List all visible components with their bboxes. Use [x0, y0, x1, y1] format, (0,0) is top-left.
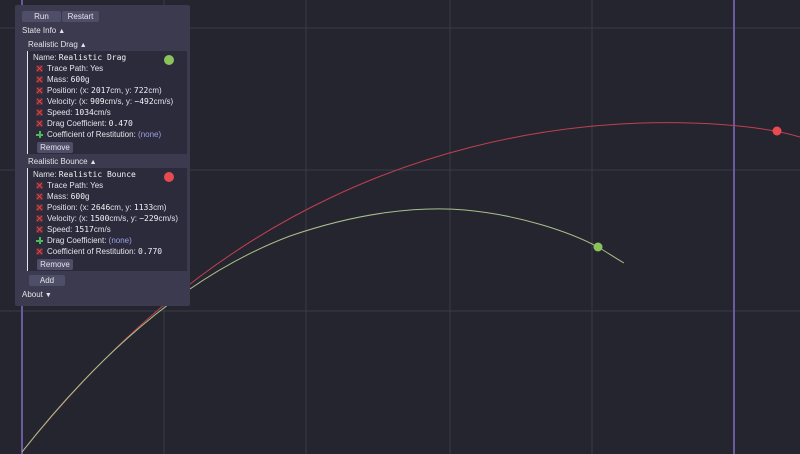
name-row: Name: Realistic Bounce	[33, 170, 136, 179]
control-panel: Run Restart State Info ▲ Realistic Drag ▲ …	[15, 5, 190, 306]
remove-property-icon[interactable]	[36, 193, 43, 200]
velocity-row: Velocity: (x: 1500cm/s, y: −229cm/s)	[36, 213, 178, 224]
remove-property-icon[interactable]	[36, 215, 43, 222]
position-row: Position: (x: 2646cm, y: 1133cm)	[36, 202, 166, 213]
body-section-realistic-drag: Name: Realistic Drag Trace Path: Yes Mas…	[27, 51, 187, 154]
remove-property-icon[interactable]	[36, 248, 43, 255]
ball-realistic-drag[interactable]	[772, 126, 782, 136]
remove-body-button[interactable]: Remove	[37, 142, 73, 153]
drag-coefficient-row: Drag Coefficient: (none)	[36, 235, 132, 246]
state-info-label: State Info	[22, 26, 57, 35]
trace-path-row: Trace Path: Yes	[36, 63, 103, 74]
color-swatch[interactable]	[164, 55, 174, 65]
remove-property-icon[interactable]	[36, 120, 43, 127]
run-button[interactable]: Run	[22, 11, 61, 22]
caret-up-icon: ▲	[79, 42, 87, 49]
remove-property-icon[interactable]	[36, 65, 43, 72]
remove-property-icon[interactable]	[36, 98, 43, 105]
state-info-toggle[interactable]: State Info ▲	[22, 25, 65, 37]
name-value[interactable]: Realistic Bounce	[59, 170, 136, 179]
remove-property-icon[interactable]	[36, 204, 43, 211]
body-header-realistic-bounce[interactable]: Realistic Bounce ▲	[28, 156, 97, 168]
remove-property-icon[interactable]	[36, 87, 43, 94]
position-row: Position: (x: 2017cm, y: 722cm)	[36, 85, 162, 96]
caret-up-icon: ▲	[89, 159, 97, 166]
mass-row: Mass: 600g	[36, 191, 89, 202]
body-section-realistic-bounce: Name: Realistic Bounce Trace Path: Yes M…	[27, 168, 187, 271]
mass-row: Mass: 600g	[36, 74, 89, 85]
restitution-row: Coefficient of Restitution: 0.770	[36, 246, 162, 257]
remove-property-icon[interactable]	[36, 182, 43, 189]
name-row: Name: Realistic Drag	[33, 53, 127, 62]
body-header-realistic-drag[interactable]: Realistic Drag ▲	[28, 39, 87, 51]
add-property-icon[interactable]	[36, 237, 43, 244]
restart-button[interactable]: Restart	[62, 11, 99, 22]
ball-realistic-bounce[interactable]	[593, 242, 603, 252]
trace-path-row: Trace Path: Yes	[36, 180, 103, 191]
remove-property-icon[interactable]	[36, 76, 43, 83]
name-value[interactable]: Realistic Drag	[59, 53, 126, 62]
restitution-row: Coefficient of Restitution: (none)	[36, 129, 161, 140]
caret-down-icon: ▼	[44, 292, 52, 299]
caret-up-icon: ▲	[58, 28, 66, 35]
speed-row: Speed: 1517cm/s	[36, 224, 111, 235]
add-property-icon[interactable]	[36, 131, 43, 138]
speed-row: Speed: 1034cm/s	[36, 107, 111, 118]
drag-coefficient-row: Drag Coefficient: 0.470	[36, 118, 133, 129]
about-toggle[interactable]: About ▼	[22, 289, 52, 301]
remove-body-button[interactable]: Remove	[37, 259, 73, 270]
color-swatch[interactable]	[164, 172, 174, 182]
add-body-button[interactable]: Add	[29, 275, 65, 286]
about-label: About	[22, 290, 43, 299]
remove-property-icon[interactable]	[36, 226, 43, 233]
remove-property-icon[interactable]	[36, 109, 43, 116]
velocity-row: Velocity: (x: 909cm/s, y: −492cm/s)	[36, 96, 173, 107]
